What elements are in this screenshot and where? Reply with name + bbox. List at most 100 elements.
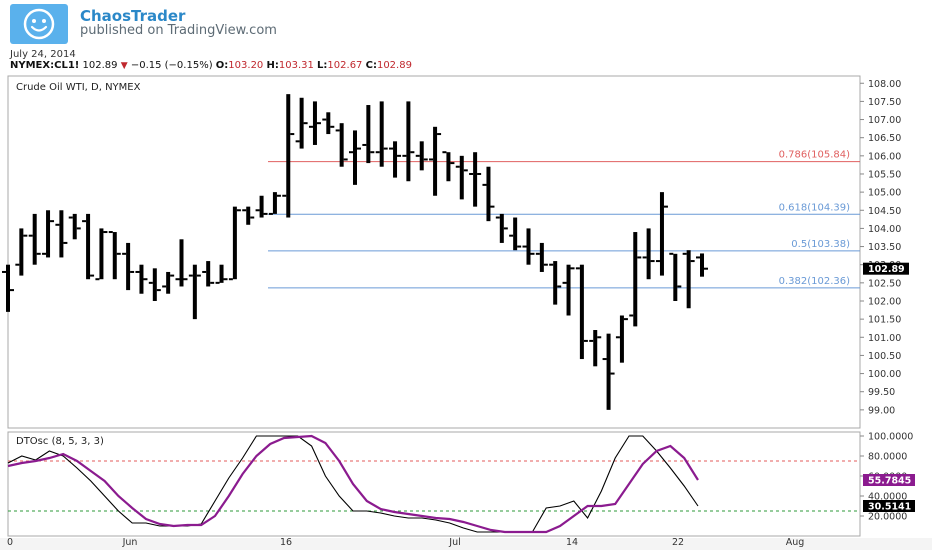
bar-close-tick <box>236 209 241 212</box>
price-tick-label: 100.50 <box>868 351 901 362</box>
price-tick-label: 100.00 <box>868 369 901 380</box>
bar-open-tick <box>375 151 380 154</box>
time-tick-label: 14 <box>566 537 578 548</box>
slow-value-label: 55.7845 <box>868 476 911 487</box>
bar-range <box>72 213 77 240</box>
time-tick-label: Aug <box>786 537 805 548</box>
bar-close-tick <box>303 122 308 125</box>
price-tick-label: 99.00 <box>868 405 895 416</box>
bar-close-tick <box>463 169 468 172</box>
bar-range <box>526 228 531 265</box>
bar-range <box>59 210 64 258</box>
bar-close-tick <box>397 154 402 157</box>
price-tick-label: 99.50 <box>868 387 895 398</box>
price-tick-label: 101.50 <box>868 315 901 326</box>
price-tick-label: 105.50 <box>868 169 901 180</box>
bar-open-tick <box>95 278 100 281</box>
chart-area[interactable]: Crude Oil WTI, D, NYMEX DTOsc (8, 5, 3, … <box>0 0 932 550</box>
bar-range <box>459 155 464 200</box>
bar-close-tick <box>50 220 55 223</box>
bar-range <box>219 264 224 283</box>
bar-open-tick <box>509 234 514 237</box>
bar-open-tick <box>349 151 353 154</box>
bar-range <box>446 152 451 182</box>
bar-open-tick <box>642 256 647 259</box>
bar-open-tick <box>82 220 87 223</box>
bar-close-tick <box>143 278 148 281</box>
bar-open-tick <box>2 270 6 273</box>
bar-range <box>299 97 304 149</box>
bar-open-tick <box>402 154 407 157</box>
bar-range <box>579 264 584 360</box>
bar-close-tick <box>437 133 442 136</box>
bar-open-tick <box>175 278 180 281</box>
bar-range <box>166 271 171 294</box>
fib-label: 0.5(103.38) <box>791 239 850 250</box>
bar-range <box>673 253 678 301</box>
time-tick-label: Jul <box>448 537 460 548</box>
price-tick-label: 102.50 <box>868 278 901 289</box>
fib-label: 0.382(102.36) <box>779 276 851 287</box>
price-axis: 108.00 107.50 107.00 106.50 106.00 105.50 105.… <box>860 79 901 416</box>
price-tick-label: 106.00 <box>868 151 901 162</box>
bar-range <box>393 141 398 178</box>
bar-open-tick <box>469 172 474 175</box>
bar-open-tick <box>629 314 634 317</box>
bar-close-tick <box>517 245 522 248</box>
bar-close-tick <box>263 212 268 215</box>
bar-close-tick <box>196 274 201 277</box>
bar-range <box>539 242 544 272</box>
price-tick-label: 102.00 <box>868 296 901 307</box>
oscillator-title: DTOsc (8, 5, 3, 3) <box>16 436 104 447</box>
bar-open-tick <box>682 252 687 255</box>
bar-close-tick <box>156 289 161 292</box>
bar-range <box>32 213 37 265</box>
bar-open-tick <box>55 223 60 226</box>
price-tick-label: 107.00 <box>868 115 901 126</box>
time-tick-label: Jun <box>122 537 138 548</box>
bar-range <box>326 112 331 135</box>
bar-close-tick <box>276 194 281 197</box>
bar-open-tick <box>696 256 700 259</box>
osc-tick-label: 80.0000 <box>868 452 907 463</box>
bar-range <box>406 101 411 182</box>
price-tick-label: 104.50 <box>868 206 901 217</box>
bar-close-tick <box>704 267 708 270</box>
osc-tick-label: 100.0000 <box>868 432 913 443</box>
bar-range <box>152 268 157 301</box>
bar-range <box>473 152 478 207</box>
bar-open-tick <box>669 252 674 255</box>
bar-open-tick <box>335 129 340 132</box>
bar-close-tick <box>490 205 495 208</box>
price-tick-label: 107.50 <box>868 97 901 108</box>
bar-close-tick <box>250 216 255 219</box>
bar-open-tick <box>655 260 660 263</box>
bar-range <box>46 210 51 258</box>
bar-close-tick <box>103 231 108 234</box>
bar-range <box>619 315 624 363</box>
bar-open-tick <box>228 278 233 281</box>
bar-close-tick <box>170 274 175 277</box>
bar-close-tick <box>116 252 121 255</box>
bar-open-tick <box>415 154 420 157</box>
bar-close-tick <box>610 372 615 375</box>
price-tick-label: 106.50 <box>868 133 901 144</box>
bar-range <box>606 333 611 410</box>
bar-close-tick <box>63 241 68 244</box>
bar-close-tick <box>637 256 642 259</box>
bar-open-tick <box>215 281 220 284</box>
bar-range <box>499 213 504 243</box>
bar-close-tick <box>543 263 548 266</box>
price-tick-label: 105.00 <box>868 188 901 199</box>
bar-open-tick <box>455 165 460 168</box>
bar-close-tick <box>530 252 535 255</box>
last-price-label: 102.89 <box>868 264 905 275</box>
bar-close-tick <box>357 147 361 150</box>
bar-open-tick <box>562 281 567 284</box>
chart-frame <box>0 75 932 550</box>
bar-range <box>513 217 518 251</box>
price-tick-label: 104.00 <box>868 224 901 235</box>
bar-close-tick <box>677 285 682 288</box>
bar-open-tick <box>549 263 554 266</box>
fast-value-label: 30.5141 <box>868 502 911 513</box>
